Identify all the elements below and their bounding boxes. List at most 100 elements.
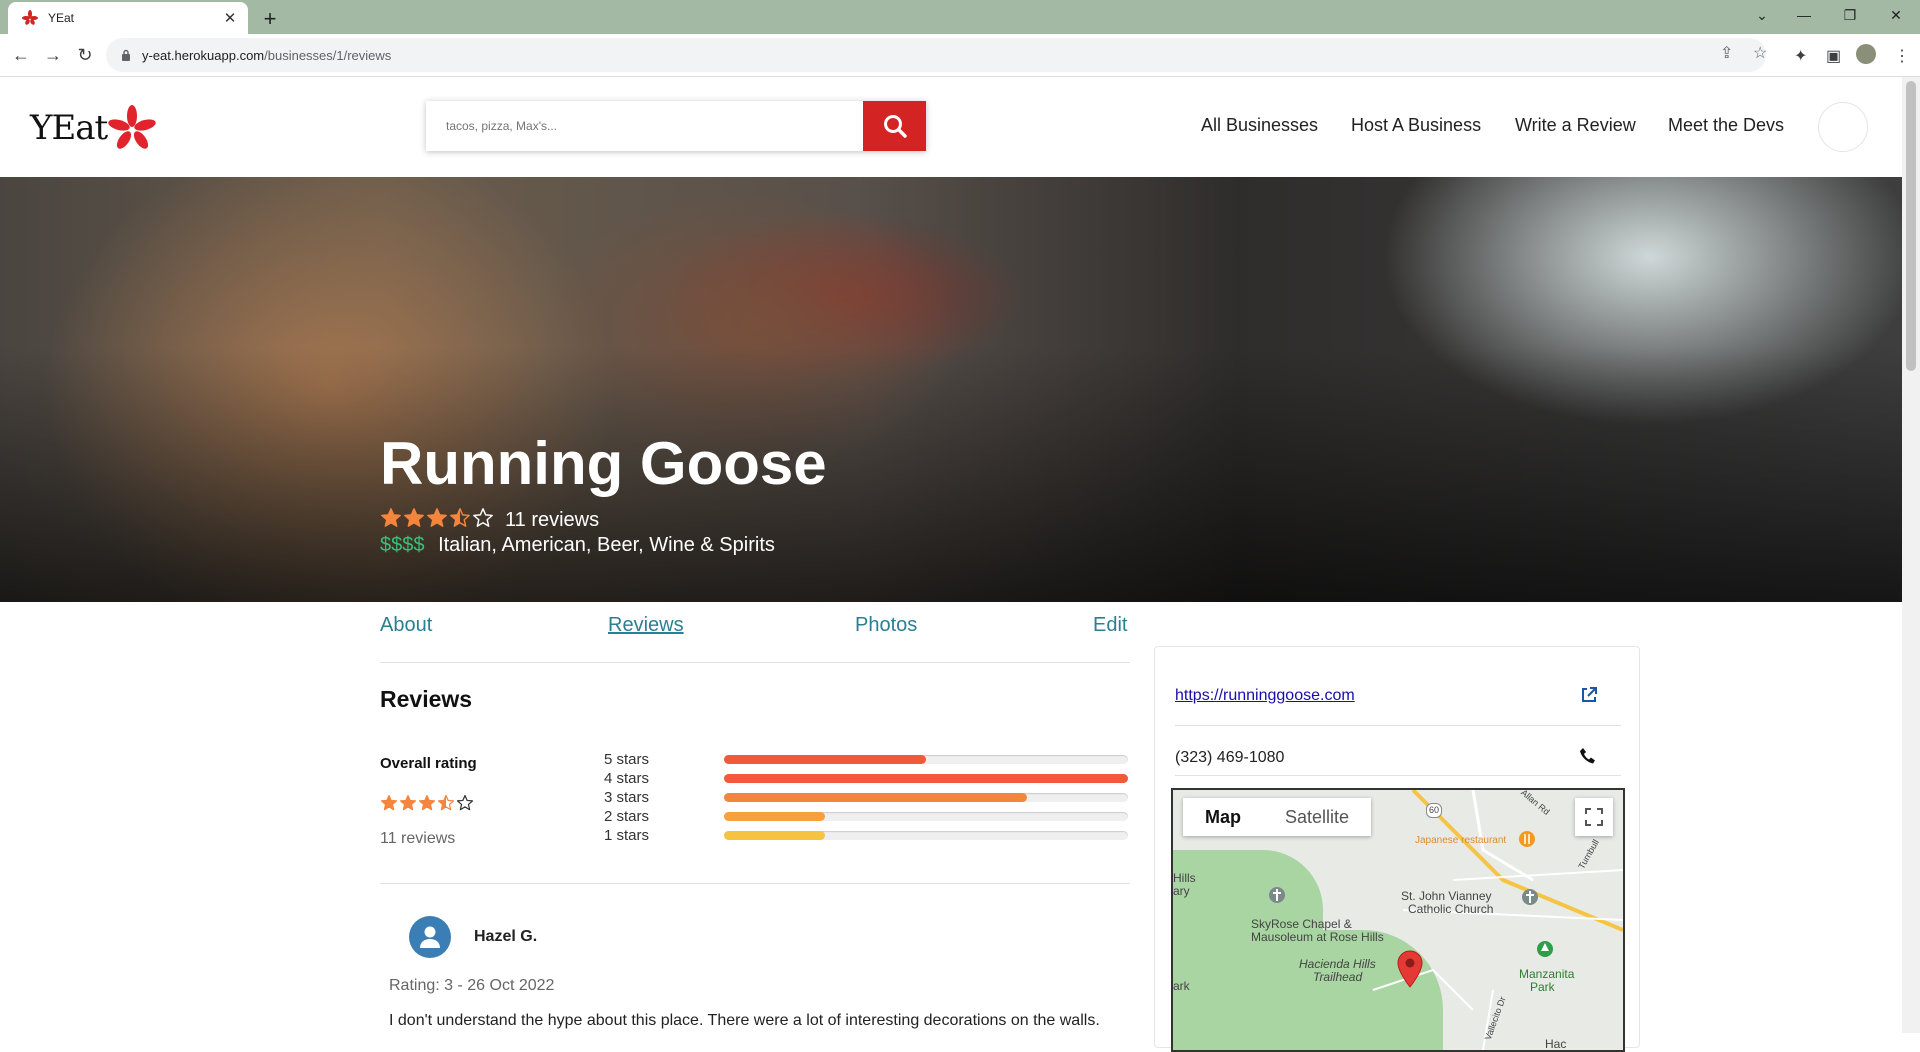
- side-panel-icon[interactable]: ▣: [1826, 46, 1841, 66]
- logo-text: YEat: [30, 108, 108, 148]
- star-icon: [418, 794, 436, 811]
- forward-icon[interactable]: →: [40, 42, 66, 68]
- rating-bar-label: 2 stars: [604, 808, 650, 825]
- overall-rating-label: Overall rating: [380, 755, 477, 772]
- browser-menu-icon[interactable]: ⋮: [1894, 46, 1910, 66]
- search-input[interactable]: [426, 101, 863, 151]
- page-scrollbar[interactable]: [1902, 77, 1920, 1033]
- star-icon: [450, 508, 470, 527]
- map-label-japanese: Japanese restaurant: [1415, 835, 1507, 846]
- rating-bar-row: 3 stars: [604, 788, 1128, 807]
- rating-bar-fill: [724, 755, 926, 764]
- price-level: $$$$: [380, 534, 425, 556]
- map-label-ark: ark: [1173, 979, 1190, 993]
- hero-star-rating: [380, 507, 495, 534]
- tab-edit[interactable]: Edit: [1093, 614, 1127, 637]
- rating-bar-track: [724, 793, 1128, 802]
- star-icon: [437, 794, 455, 811]
- yeat-favicon-icon: [22, 10, 38, 25]
- browser-tabstrip: YEat ✕ + ⌄ — ❐ ✕: [0, 0, 1920, 34]
- restaurant-marker-icon: [1519, 831, 1535, 847]
- map-type-toggle: Map Satellite: [1183, 798, 1372, 836]
- nav-host-a-business[interactable]: Host A Business: [1351, 115, 1481, 136]
- tab-photos[interactable]: Photos: [855, 614, 917, 637]
- rating-bar-fill: [724, 831, 825, 840]
- tab-reviews[interactable]: Reviews: [608, 614, 684, 637]
- location-map[interactable]: Map Satellite Japanese restaurant St. Jo…: [1171, 788, 1625, 1052]
- browser-toolbar: ← → ↻ y-eat.herokuapp.com/businesses/1/r…: [0, 34, 1920, 77]
- rating-bar-row: 5 stars: [604, 750, 1128, 769]
- rating-bar-track: [724, 755, 1128, 764]
- star-icon: [380, 794, 398, 811]
- star-icon: [456, 794, 474, 811]
- info-divider-2: [1175, 775, 1621, 776]
- star-icon: [399, 794, 417, 811]
- search-bar: [426, 101, 926, 151]
- rating-bar-row: 4 stars: [604, 769, 1128, 788]
- church-marker-icon: [1522, 889, 1538, 905]
- rating-bar-fill: [724, 774, 1128, 783]
- phone-icon[interactable]: [1579, 747, 1597, 765]
- browser-tab[interactable]: YEat ✕: [8, 2, 248, 34]
- share-icon[interactable]: ⇪: [1720, 43, 1733, 63]
- overall-review-count: 11 reviews: [380, 830, 456, 847]
- reviewer-name: Hazel G.: [474, 928, 538, 945]
- nav-meet-the-devs[interactable]: Meet the Devs: [1668, 115, 1784, 136]
- user-avatar[interactable]: [1818, 102, 1868, 152]
- search-icon: [883, 115, 907, 138]
- tab-about[interactable]: About: [380, 614, 432, 637]
- new-tab-icon[interactable]: +: [256, 6, 284, 32]
- business-tabs: About Reviews Photos Edit: [380, 602, 1130, 662]
- hero-review-count: 11 reviews: [505, 509, 600, 531]
- star-icon: [427, 508, 447, 527]
- website-link[interactable]: https://runninggoose.com: [1175, 687, 1355, 705]
- user-icon: [420, 926, 440, 948]
- business-info-card: https://runninggoose.com (323) 469-1080 …: [1154, 646, 1640, 1052]
- map-label-hac: Hac: [1545, 1037, 1567, 1051]
- rating-bar-track: [724, 774, 1128, 783]
- rating-bar-label: 5 stars: [604, 751, 650, 768]
- bookmark-star-icon[interactable]: ☆: [1753, 43, 1767, 63]
- url-text: y-eat.herokuapp.com/businesses/1/reviews: [142, 48, 391, 63]
- reload-icon[interactable]: ↻: [72, 42, 98, 68]
- rating-bar-fill: [724, 812, 825, 821]
- lock-icon: [122, 49, 130, 61]
- rating-bar-label: 3 stars: [604, 789, 650, 806]
- url-host: y-eat.herokuapp.com: [142, 47, 265, 63]
- rating-bar-label: 1 stars: [604, 827, 650, 844]
- reviews-heading: Reviews: [380, 686, 473, 712]
- external-link-icon[interactable]: [1579, 685, 1599, 705]
- tab-search-icon[interactable]: ⌄: [1744, 0, 1780, 30]
- address-bar[interactable]: y-eat.herokuapp.com/businesses/1/reviews: [106, 38, 1766, 72]
- profile-avatar-icon[interactable]: [1856, 44, 1876, 64]
- rating-bar-row: 2 stars: [604, 807, 1128, 826]
- map-tab-map[interactable]: Map: [1183, 798, 1263, 836]
- rating-bar-track: [724, 831, 1128, 840]
- map-label-ary: ary: [1173, 884, 1190, 898]
- rating-bar-row: 1 stars: [604, 826, 1128, 845]
- park-marker-icon: [1537, 941, 1553, 957]
- rating-bar-label: 4 stars: [604, 770, 650, 787]
- map-tab-satellite[interactable]: Satellite: [1263, 798, 1371, 836]
- extensions-icon[interactable]: ✦: [1794, 46, 1807, 66]
- hero-rating: 11 reviews: [380, 507, 599, 534]
- star-icon: [473, 508, 493, 527]
- search-button[interactable]: [863, 101, 926, 151]
- minimize-icon[interactable]: —: [1786, 0, 1822, 30]
- location-pin-icon[interactable]: [1396, 950, 1424, 988]
- yeat-logo[interactable]: YEat: [30, 103, 157, 153]
- business-name: Running Goose: [380, 430, 827, 497]
- scrollbar-thumb[interactable]: [1906, 81, 1916, 371]
- map-label-chapel-2: Mausoleum at Rose Hills: [1251, 930, 1384, 944]
- window-close-icon[interactable]: ✕: [1876, 0, 1916, 30]
- rating-divider: [380, 883, 1130, 884]
- reviewer-avatar: [409, 916, 451, 958]
- map-label-manzanita-2: Park: [1530, 980, 1555, 994]
- tab-close-icon[interactable]: ✕: [218, 9, 242, 27]
- restore-icon[interactable]: ❐: [1832, 0, 1868, 30]
- fullscreen-icon[interactable]: [1575, 798, 1613, 836]
- back-icon[interactable]: ←: [8, 42, 34, 68]
- site-header: YEat All Businesses Host A Business Writ…: [0, 77, 1902, 177]
- nav-all-businesses[interactable]: All Businesses: [1201, 115, 1318, 136]
- nav-write-a-review[interactable]: Write a Review: [1515, 115, 1636, 136]
